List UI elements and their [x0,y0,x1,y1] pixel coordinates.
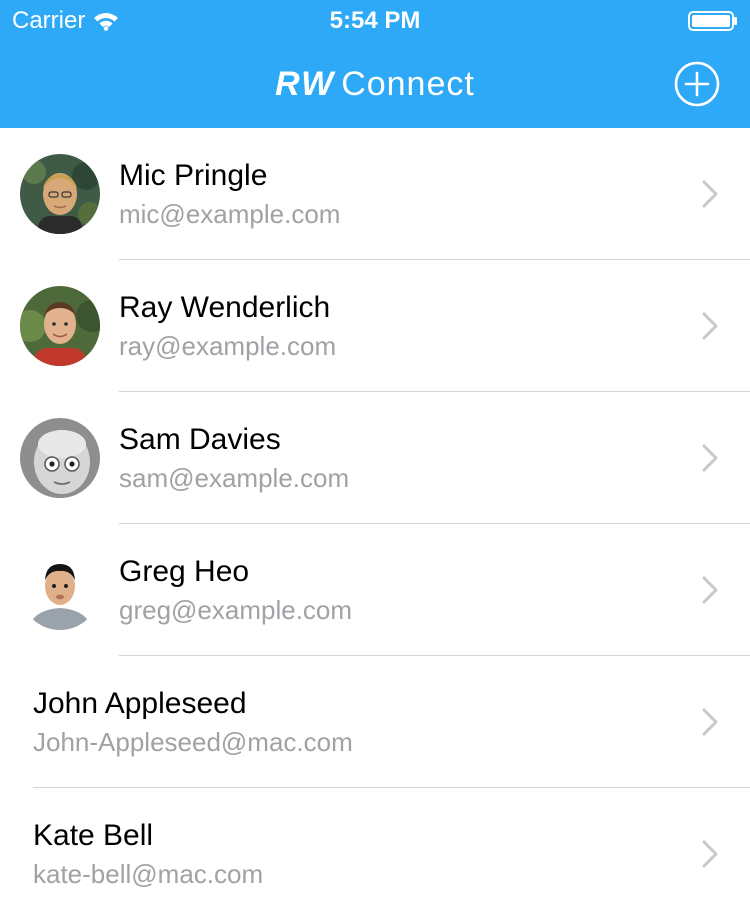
title-text: Connect [341,65,475,103]
contact-email: mic@example.com [119,199,341,229]
contact-row[interactable]: Mic Pringle mic@example.com [0,128,750,260]
contact-row[interactable]: John Appleseed John-Appleseed@mac.com [0,656,750,788]
contact-row[interactable]: Kate Bell kate-bell@mac.com [0,788,750,914]
clock: 5:54 PM [329,7,421,34]
chevron-right-icon [702,180,718,208]
contact-row[interactable]: Ray Wenderlich ray@example.com [0,260,750,392]
contacts-screen: Carrier 5:54 PM RW Connect Mic Pringle m… [0,0,750,914]
contact-name: Ray Wenderlich [119,291,331,324]
contact-name: Mic Pringle [119,159,268,192]
contact-email: sam@example.com [119,463,350,493]
chevron-right-icon [702,444,718,472]
contact-name: Greg Heo [119,555,250,588]
status-bar: Carrier 5:54 PM [0,0,750,40]
battery-icon [688,11,738,31]
avatar [20,550,100,630]
chevron-right-icon [702,840,718,868]
chevron-right-icon [702,312,718,340]
contact-email: John-Appleseed@mac.com [33,727,353,757]
contact-email: kate-bell@mac.com [33,859,264,889]
avatar [20,154,100,234]
title-brand: RW [275,65,336,103]
contact-email: ray@example.com [119,331,337,361]
chevron-right-icon [702,576,718,604]
contact-email: greg@example.com [119,595,353,625]
avatar [20,286,100,366]
page-title: RW Connect [0,62,750,106]
contact-row[interactable]: Greg Heo greg@example.com [0,524,750,656]
avatar [20,418,100,498]
chevron-right-icon [702,708,718,736]
plus-circle-icon [674,61,720,107]
contact-name: Kate Bell [33,819,154,852]
contact-list: Mic Pringle mic@example.com Ray Wenderli… [0,128,750,914]
navigation-header: Carrier 5:54 PM RW Connect [0,0,750,128]
contact-row[interactable]: Sam Davies sam@example.com [0,392,750,524]
contact-name: Sam Davies [119,423,281,456]
add-contact-button[interactable] [674,61,720,107]
contact-name: John Appleseed [33,687,247,720]
